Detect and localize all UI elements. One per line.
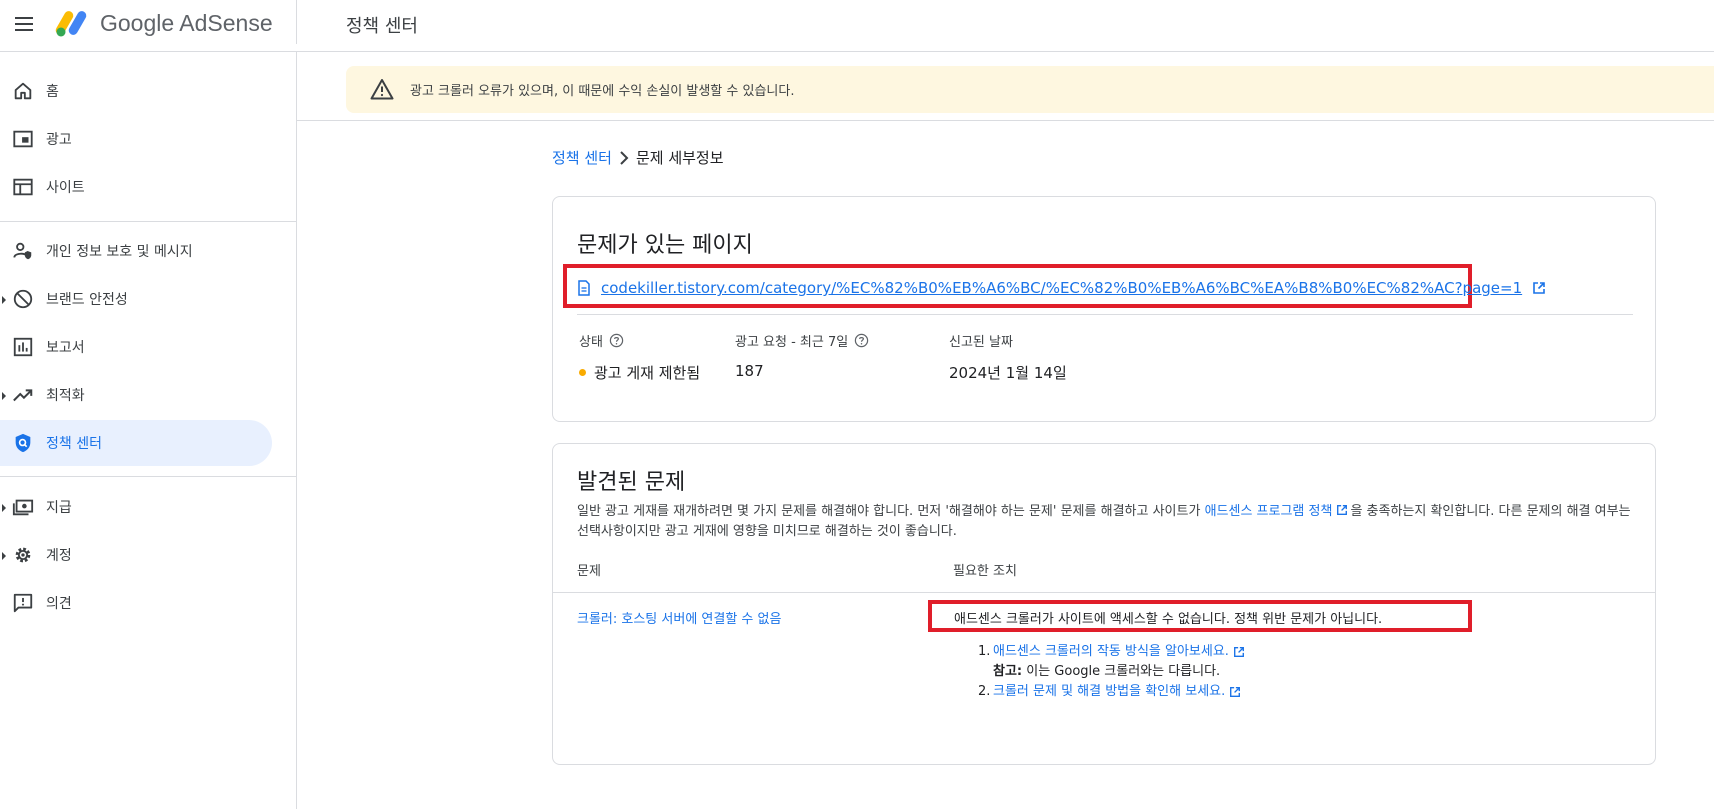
- feedback-icon: [13, 593, 33, 613]
- trending-up-icon: [13, 389, 33, 402]
- page-url-link[interactable]: codekiller.tistory.com/category/%EC%82%B…: [601, 279, 1522, 297]
- crawler-issues-link[interactable]: 크롤러 문제 및 해결 방법을 확인해 보세요.: [993, 682, 1225, 702]
- sidebar-item-label: 정책 센터: [46, 436, 102, 452]
- status-value: 광고 게재 제한됨: [579, 362, 700, 383]
- block-icon: [13, 289, 33, 309]
- column-header-action: 필요한 조치: [953, 564, 1017, 579]
- breadcrumb: 정책 센터 문제 세부정보: [552, 147, 724, 168]
- external-link-icon[interactable]: [1229, 686, 1241, 698]
- sidebar-item-account[interactable]: 계정: [0, 532, 272, 578]
- issues-description: 일반 광고 게재를 재개하려면 몇 가지 문제를 해결해야 합니다. 먼저 '해…: [577, 502, 1641, 542]
- document-icon: [578, 280, 590, 296]
- reported-date-label: 신고된 날짜: [949, 335, 1013, 350]
- description-text: 일반 광고 게재를 재개하려면 몇 가지 문제를 해결해야 합니다. 먼저 '해…: [577, 504, 1205, 519]
- sidebar-item-optimization[interactable]: 최적화: [0, 372, 272, 418]
- list-item: 2. 크롤러 문제 및 해결 방법을 확인해 보세요.: [978, 682, 1247, 702]
- sidebar-item-label: 개인 정보 보호 및 메시지: [46, 244, 193, 260]
- issue-link[interactable]: 크롤러: 호스팅 서버에 연결할 수 없음: [577, 608, 781, 627]
- sidebar-item-label: 지급: [46, 500, 72, 516]
- status-label: 상태: [579, 331, 624, 350]
- warning-text: 광고 크롤러 오류가 있으며, 이 때문에 수익 손실이 발생할 수 있습니다.: [410, 84, 795, 99]
- program-policy-link[interactable]: 애드센스 프로그램 정책: [1205, 504, 1333, 519]
- sidebar: 홈 광고 사이트 개인 정보 보호 및 메시지 브랜드 안전성 보고서 최적화 …: [0, 52, 297, 809]
- sidebar-item-feedback[interactable]: 의견: [0, 580, 272, 626]
- issues-found-card: 발견된 문제 일반 광고 게재를 재개하려면 몇 가지 문제를 해결해야 합니다…: [552, 443, 1656, 765]
- learn-crawler-link[interactable]: 애드센스 크롤러의 작동 방식을 알아보세요.: [993, 642, 1229, 662]
- card-divider: [577, 314, 1633, 315]
- page-title: 정책 센터: [346, 16, 418, 37]
- ad-requests-label: 광고 요청 - 최근 7일: [735, 331, 869, 350]
- reports-icon: [13, 337, 33, 357]
- warning-banner: 광고 크롤러 오류가 있으며, 이 때문에 수익 손실이 발생할 수 있습니다.: [346, 66, 1714, 113]
- card-title: 문제가 있는 페이지: [577, 233, 753, 258]
- sidebar-item-label: 의견: [46, 596, 72, 612]
- hamburger-menu-icon[interactable]: [12, 12, 36, 36]
- home-icon: [14, 82, 32, 100]
- sidebar-item-brand-safety[interactable]: 브랜드 안전성: [0, 276, 272, 322]
- table-divider: [553, 592, 1655, 593]
- external-link-icon[interactable]: [1233, 646, 1245, 658]
- brand-name: Google AdSense: [100, 10, 273, 36]
- step-number: 1.: [978, 644, 991, 659]
- adsense-logo-icon: [55, 11, 87, 37]
- top-app-bar: Google AdSense 정책 센터: [0, 0, 1714, 52]
- url-row: codekiller.tistory.com/category/%EC%82%B…: [577, 279, 1546, 297]
- payments-icon: [12, 499, 34, 516]
- reported-date-value: 2024년 1월 14일: [949, 364, 1067, 382]
- chevron-right-icon: [620, 150, 629, 165]
- sidebar-item-home[interactable]: 홈: [0, 68, 272, 114]
- banner-divider: [297, 120, 1714, 121]
- sidebar-item-label: 홈: [46, 84, 59, 100]
- action-steps-list: 1. 애드센스 크롤러의 작동 방식을 알아보세요. 참고: 이는 Google…: [978, 642, 1247, 702]
- sidebar-divider: [0, 476, 297, 477]
- note-text: 참고: 이는 Google 크롤러와는 다릅니다.: [978, 662, 1247, 682]
- sidebar-item-label: 브랜드 안전성: [46, 292, 128, 308]
- ad-requests-label-text: 광고 요청 - 최근 7일: [735, 335, 849, 350]
- expand-caret-icon: [2, 296, 6, 304]
- expand-caret-icon: [2, 504, 6, 512]
- ad-requests-value: 187: [735, 362, 764, 380]
- list-item: 1. 애드센스 크롤러의 작동 방식을 알아보세요.: [978, 642, 1247, 662]
- breadcrumb-parent-link[interactable]: 정책 센터: [552, 147, 612, 168]
- problem-page-card: 문제가 있는 페이지 codekiller.tistory.com/catego…: [552, 196, 1656, 422]
- sidebar-item-label: 보고서: [46, 340, 85, 356]
- privacy-icon: [13, 242, 32, 260]
- note-body: 이는 Google 크롤러와는 다릅니다.: [1022, 664, 1221, 679]
- expand-caret-icon: [2, 552, 6, 560]
- card-title: 발견된 문제: [577, 470, 686, 495]
- ads-icon: [13, 130, 33, 148]
- sidebar-item-label: 광고: [46, 132, 72, 148]
- sidebar-item-ads[interactable]: 광고: [0, 116, 272, 162]
- policy-shield-icon: [15, 433, 31, 453]
- expand-caret-icon: [2, 392, 6, 400]
- warning-icon: [370, 79, 394, 100]
- external-link-icon[interactable]: [1532, 281, 1546, 295]
- sidebar-item-payments[interactable]: 지급: [0, 484, 272, 530]
- sidebar-divider: [0, 221, 297, 222]
- sites-icon: [13, 178, 33, 196]
- status-dot-icon: [579, 369, 586, 376]
- sidebar-item-sites[interactable]: 사이트: [0, 164, 272, 210]
- status-label-text: 상태: [579, 335, 603, 350]
- status-value-text: 광고 게재 제한됨: [594, 364, 701, 382]
- help-icon[interactable]: [854, 333, 869, 348]
- step-number: 2.: [978, 684, 991, 699]
- external-link-icon[interactable]: [1336, 504, 1348, 516]
- sidebar-item-reports[interactable]: 보고서: [0, 324, 272, 370]
- sidebar-item-label: 계정: [46, 548, 72, 564]
- sidebar-item-label: 최적화: [46, 388, 85, 404]
- note-label: 참고:: [993, 664, 1023, 679]
- breadcrumb-current: 문제 세부정보: [635, 149, 724, 167]
- header-divider: [296, 0, 297, 44]
- sidebar-item-label: 사이트: [46, 180, 85, 196]
- gear-icon: [15, 547, 31, 563]
- column-header-issue: 문제: [577, 564, 601, 579]
- sidebar-item-policy-center[interactable]: 정책 센터: [0, 420, 272, 466]
- sidebar-item-privacy[interactable]: 개인 정보 보호 및 메시지: [0, 228, 272, 274]
- help-icon[interactable]: [609, 333, 624, 348]
- action-text: 애드센스 크롤러가 사이트에 액세스할 수 없습니다. 정책 위반 문제가 아닙…: [954, 612, 1383, 627]
